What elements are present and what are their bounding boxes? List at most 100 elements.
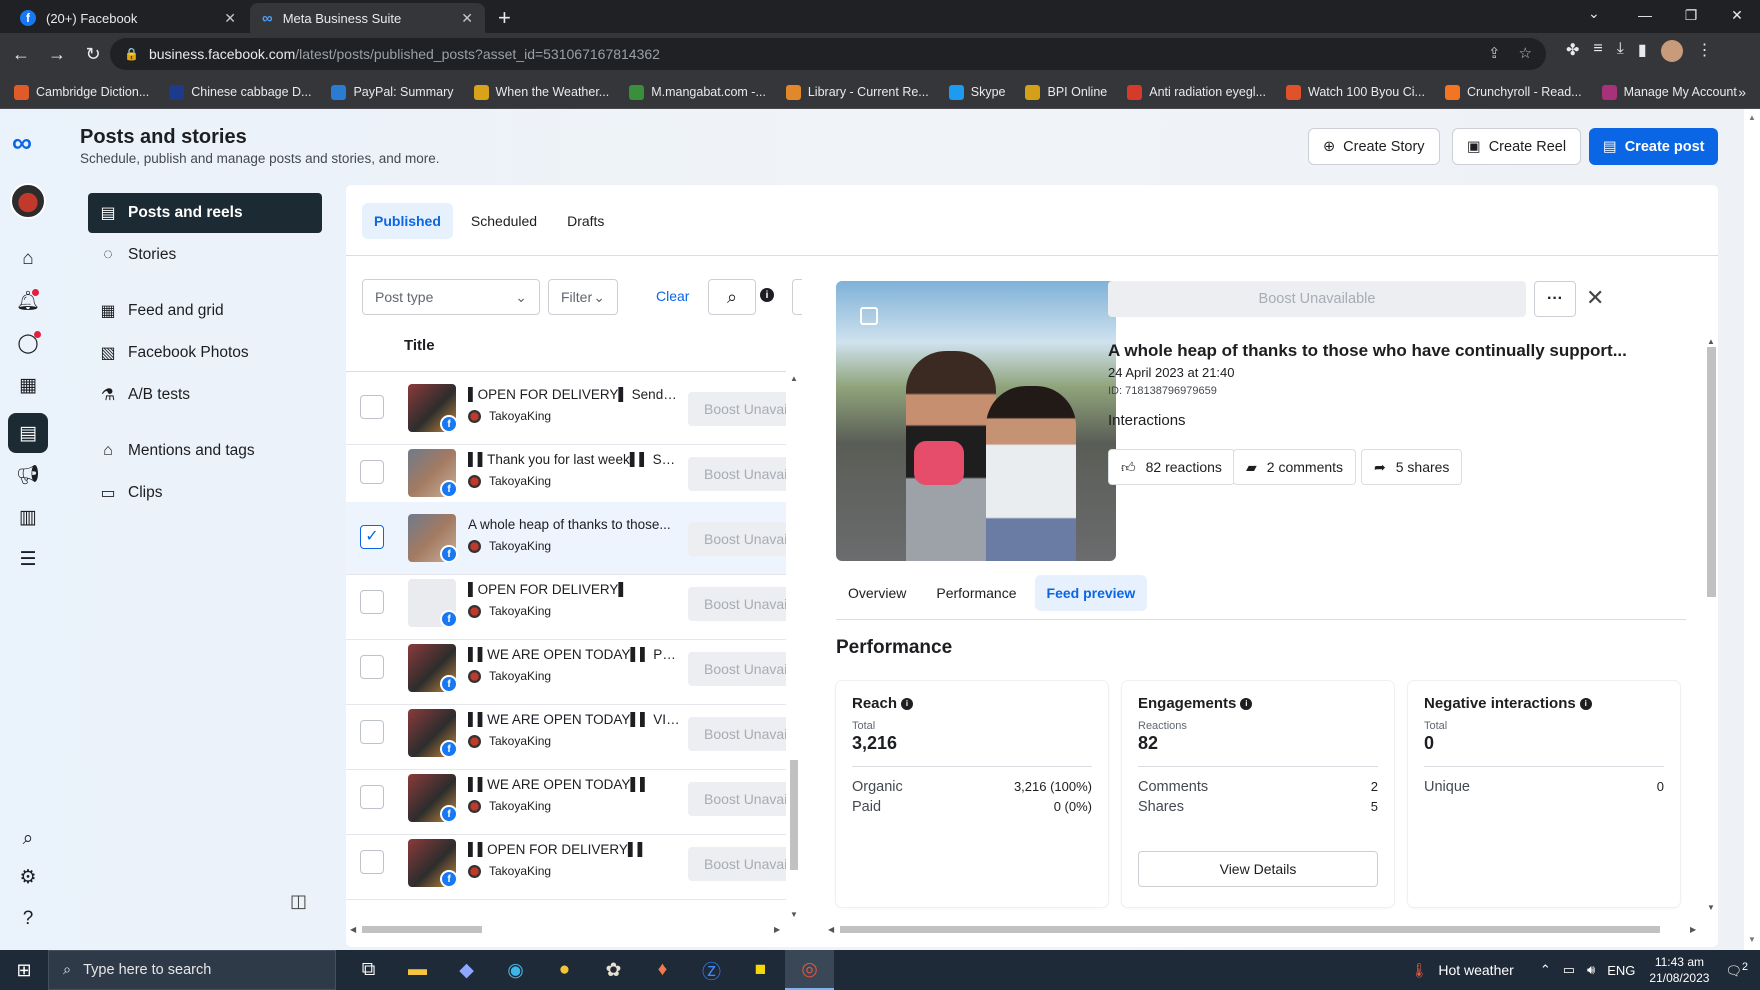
column-header-title[interactable]: Title [404, 337, 435, 354]
create-reel-button[interactable]: ▣ Create Reel [1452, 128, 1582, 165]
info-icon[interactable]: i [1579, 697, 1592, 710]
sidebar-icon[interactable]: ▮ [1638, 40, 1647, 62]
drop-app-icon[interactable]: ♦ [638, 950, 687, 990]
clock[interactable]: 11:43 am 21/08/2023 [1649, 954, 1709, 986]
scroll-right-arrow-icon[interactable]: ▶ [774, 925, 780, 934]
browser-tab-meta-business-suite[interactable]: ∞ Meta Business Suite ✕ [250, 3, 485, 33]
bookmark-item[interactable]: When the Weather... [473, 84, 609, 100]
home-icon[interactable]: ⌂ [14, 245, 42, 273]
table-row[interactable]: f ▌▌WE ARE OPEN TODAY▌▌ TakoyaKing Boost… [346, 762, 786, 835]
chrome-profile-running-icon[interactable]: ◎ [785, 950, 834, 990]
more-options-button[interactable]: ··· [1534, 281, 1576, 317]
paint-app-icon[interactable]: ✿ [589, 950, 638, 990]
media-icon[interactable]: ≡ [1593, 40, 1602, 62]
lock-icon[interactable]: 🔒 [124, 47, 139, 61]
boost-unavailable-button[interactable]: Boost Unavailable [688, 782, 786, 816]
subnav-item-feed-and-grid[interactable]: ▦ Feed and grid [88, 291, 322, 331]
sticky-notes-icon[interactable]: ■ [736, 950, 785, 990]
app-icon[interactable]: ◆ [442, 950, 491, 990]
scroll-up-arrow-icon[interactable]: ▲ [1748, 113, 1756, 122]
search-button[interactable]: ⌕ [708, 279, 756, 315]
address-bar[interactable]: 🔒 business.facebook.com/latest/posts/pub… [110, 38, 1546, 70]
boost-unavailable-button[interactable]: Boost Unavailable [688, 652, 786, 686]
scroll-thumb[interactable] [840, 926, 1660, 933]
table-row[interactable]: f ▌OPEN FOR DELIVERY▌ TakoyaKing Boost U… [346, 567, 786, 640]
bookmark-item[interactable]: PayPal: Summary [331, 84, 454, 100]
insights-chart-icon[interactable]: ▥ [14, 503, 42, 531]
comments-chip[interactable]: ▰ 2 comments [1233, 449, 1357, 485]
column-toggle-input[interactable] [792, 279, 802, 315]
row-checkbox[interactable] [360, 655, 384, 679]
tray-chevron-up-icon[interactable]: ⌃ [1540, 962, 1551, 978]
scroll-down-arrow-icon[interactable]: ▼ [1707, 903, 1715, 912]
close-tab-icon[interactable]: ✕ [224, 10, 236, 27]
scroll-up-arrow-icon[interactable]: ▲ [790, 374, 798, 383]
tab-published[interactable]: Published [362, 203, 453, 239]
page-avatar[interactable] [10, 183, 46, 219]
edge-browser-icon[interactable]: ◉ [491, 950, 540, 990]
tab-feed-preview[interactable]: Feed preview [1034, 575, 1148, 611]
boost-unavailable-button[interactable]: Boost Unavailable [688, 392, 786, 426]
volume-icon[interactable]: 🔊︎ [1587, 962, 1595, 978]
list-horizontal-scrollbar[interactable]: ◀ ▶ [346, 921, 786, 937]
collapse-sidebar-icon[interactable]: ◫ [290, 891, 307, 912]
meta-logo-icon[interactable]: ∞ [12, 127, 32, 159]
forward-icon[interactable]: → [42, 44, 72, 65]
bookmark-star-icon[interactable]: ☆ [1519, 44, 1532, 62]
info-icon[interactable]: i [1240, 697, 1253, 710]
new-tab-button[interactable]: + [498, 5, 511, 31]
post-title[interactable]: ▌OPEN FOR DELIVERY▌ [468, 582, 680, 597]
table-row[interactable]: f ▌▌Thank you for last week▌▌ SE... Tako… [346, 437, 786, 510]
weather-widget[interactable]: 🌡︎ Hot weather [1411, 962, 1514, 979]
restore-icon[interactable]: ❐ [1668, 0, 1714, 33]
share-icon[interactable]: ⇪ [1488, 44, 1501, 62]
search-icon[interactable]: ⌕ [14, 825, 42, 853]
table-row[interactable]: f ▌▌WE ARE OPEN TODAY▌▌ VISIT... TakoyaK… [346, 697, 786, 770]
create-post-button[interactable]: ▤ Create post [1589, 128, 1719, 165]
boost-unavailable-button[interactable]: Boost Unavailable [688, 522, 786, 556]
subnav-item-clips[interactable]: ▭ Clips [88, 473, 322, 513]
bookmark-item[interactable]: Library - Current Re... [785, 84, 929, 100]
post-title[interactable]: ▌OPEN FOR DELIVERY▌ Send a ... [468, 387, 680, 402]
bookmark-item[interactable]: Watch 100 Byou Ci... [1286, 84, 1425, 100]
profile-avatar[interactable] [1660, 40, 1683, 62]
detail-vertical-scrollbar[interactable]: ▲ ▼ [1704, 337, 1718, 989]
notifications-bell-icon[interactable]: 🔔︎ [14, 287, 42, 315]
boost-unavailable-button[interactable]: Boost Unavailable [688, 847, 786, 881]
network-icon[interactable]: ▭ [1563, 962, 1575, 978]
boost-unavailable-button[interactable]: Boost Unavailable [688, 587, 786, 621]
create-story-button[interactable]: ⊕ Create Story [1308, 128, 1440, 165]
zoom-app-icon[interactable]: Ⓩ [687, 950, 736, 990]
table-row[interactable]: f ▌OPEN FOR DELIVERY▌ Send a ... TakoyaK… [346, 372, 786, 445]
table-row[interactable]: f ▌▌OPEN FOR DELIVERY▌▌ TakoyaKing Boost… [346, 827, 786, 900]
post-title[interactable]: A whole heap of thanks to those... [468, 517, 680, 532]
row-checkbox[interactable] [360, 720, 384, 744]
notifications-icon[interactable]: 🗨︎2 [1725, 961, 1748, 979]
row-checkbox[interactable] [360, 850, 384, 874]
info-icon[interactable]: i [760, 288, 774, 302]
row-checkbox[interactable] [360, 590, 384, 614]
subnav-item-stories[interactable]: ◌ Stories [88, 235, 322, 275]
file-explorer-icon[interactable]: ▬ [393, 950, 442, 990]
post-image[interactable] [836, 281, 1116, 561]
subnav-item-facebook-photos[interactable]: ▧ Facebook Photos [88, 333, 322, 373]
menu-kebab-icon[interactable]: ⋮ [1697, 40, 1713, 62]
table-row[interactable]: f ▌▌WE ARE OPEN TODAY▌▌ PLEA... TakoyaKi… [346, 632, 786, 705]
ads-megaphone-icon[interactable]: 📢︎ [14, 461, 42, 489]
settings-gear-icon[interactable]: ⚙ [14, 863, 42, 891]
row-checkbox[interactable] [360, 460, 384, 484]
bookmark-item[interactable]: Chinese cabbage D... [169, 84, 311, 100]
list-vertical-scrollbar[interactable]: ▲ ▼ [788, 360, 800, 942]
post-title[interactable]: ▌▌WE ARE OPEN TODAY▌▌ VISIT... [468, 712, 680, 727]
post-title[interactable]: ▌▌WE ARE OPEN TODAY▌▌ PLEA... [468, 647, 680, 662]
subnav-item-mentions-and-tags[interactable]: ⌂ Mentions and tags [88, 431, 322, 471]
shares-chip[interactable]: ➦ 5 shares [1361, 449, 1463, 485]
close-tab-icon[interactable]: ✕ [461, 10, 473, 27]
scroll-thumb[interactable] [790, 760, 798, 870]
reload-icon[interactable]: ↻ [78, 44, 108, 65]
reactions-chip[interactable]: 👍︎ 82 reactions [1108, 449, 1235, 485]
windows-start-icon[interactable]: ⊞ [0, 960, 48, 981]
bookmark-item[interactable]: Manage My Account [1601, 84, 1737, 100]
planner-calendar-icon[interactable]: ▦ [14, 371, 42, 399]
bookmark-item[interactable]: Skype [948, 84, 1005, 100]
